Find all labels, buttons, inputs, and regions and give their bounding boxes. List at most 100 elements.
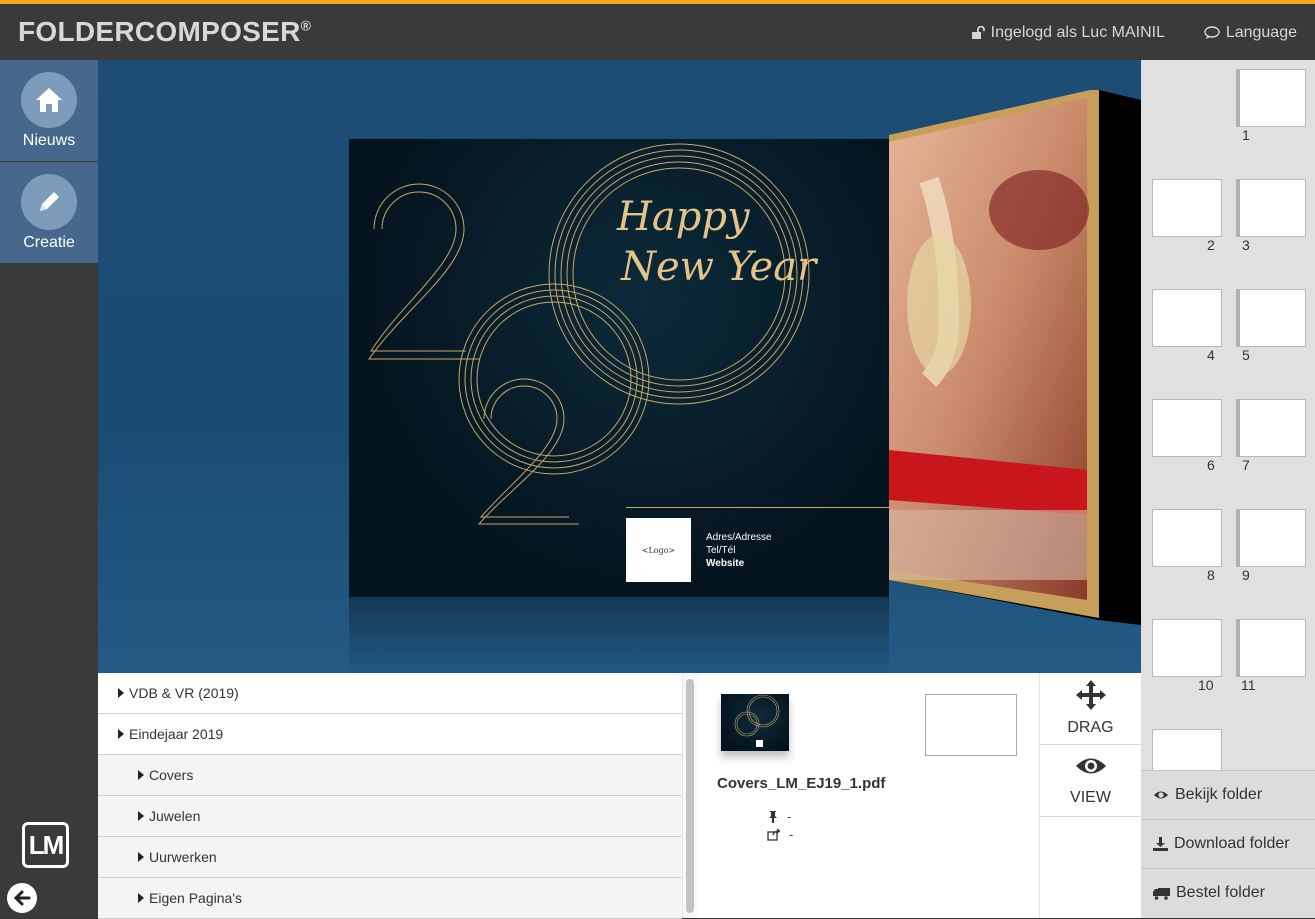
page-slot-8[interactable] (1152, 509, 1222, 567)
caret-right-icon (118, 688, 124, 698)
tree-item-juwelen[interactable]: Juwelen (98, 796, 682, 837)
tree-item-covers[interactable]: Covers (98, 755, 682, 796)
page-number: 2 (1207, 237, 1215, 253)
language-button[interactable]: Language (1204, 24, 1297, 42)
page-slot-2[interactable] (1152, 179, 1222, 237)
tree-item-label: Uurwerken (149, 849, 217, 865)
page-number: 8 (1207, 567, 1215, 583)
share-meta: - (767, 827, 793, 842)
eye-icon (1154, 791, 1168, 799)
download-icon (1153, 837, 1168, 851)
page-number: 10 (1198, 677, 1214, 693)
tree-item-eindejaar[interactable]: Eindejaar 2019 (98, 714, 682, 755)
unlock-icon (971, 26, 985, 39)
nav-icon-circle (21, 174, 77, 230)
pin-icon (769, 811, 777, 823)
share-icon (767, 828, 781, 841)
caret-right-icon (138, 811, 144, 821)
back-button[interactable] (7, 883, 37, 913)
cover-divider (626, 507, 889, 508)
brand-logo: FOLDERCOMPOSER® (18, 16, 311, 48)
lm-logo: LM (22, 822, 69, 868)
cover-reflection (349, 597, 889, 673)
cover-address-line: Adres/Adresse (706, 532, 772, 543)
page-slot-11[interactable] (1236, 619, 1306, 677)
folder-preview-stage[interactable]: Happy New Year <Logo> Adres/Adresse Tel/… (98, 60, 1141, 673)
cover-page: Happy New Year <Logo> Adres/Adresse Tel/… (349, 139, 889, 597)
view-label: VIEW (1070, 789, 1111, 806)
caret-right-icon (118, 729, 124, 739)
home-icon (36, 88, 62, 112)
folder-actions: Bekijk folder Download folder Bestel fol… (1141, 770, 1315, 918)
view-button[interactable]: VIEW (1040, 745, 1141, 817)
page-slot-4[interactable] (1152, 289, 1222, 347)
nav-label: Nieuws (22, 132, 76, 149)
page-number: 1 (1242, 127, 1250, 143)
page-slot-7[interactable] (1236, 399, 1306, 457)
pin-meta: - (767, 809, 791, 824)
top-bar: FOLDERCOMPOSER® Ingelogd als Luc MAINIL … (0, 0, 1315, 60)
nav-item-nieuws[interactable]: Nieuws (0, 60, 98, 161)
empty-page-slot[interactable] (925, 694, 1017, 756)
pencil-icon (40, 192, 59, 211)
order-folder-button[interactable]: Bestel folder (1141, 868, 1315, 917)
left-navigation: Nieuws Creatie LM (0, 60, 98, 918)
tree-item-label: Eigen Pagina's (149, 890, 242, 906)
thumbnail-rings (734, 694, 780, 747)
tree-item-label: Covers (149, 767, 194, 783)
login-status[interactable]: Ingelogd als Luc MAINIL (971, 24, 1165, 42)
download-folder-button[interactable]: Download folder (1141, 819, 1315, 868)
tree-item-eigen-paginas[interactable]: Eigen Pagina's (98, 878, 682, 919)
cover-website-line: Website (706, 558, 745, 569)
login-text: Ingelogd als Luc MAINIL (990, 24, 1165, 41)
tree-item-vdb-vr[interactable]: VDB & VR (2019) (98, 673, 682, 714)
tree-scrollbar-thumb[interactable] (686, 679, 694, 913)
cover-title-new-year: New Year (621, 244, 817, 290)
page-number: 9 (1242, 567, 1250, 583)
page-slot-6[interactable] (1152, 399, 1222, 457)
tree-item-label: VDB & VR (2019) (129, 685, 239, 701)
page-number: 5 (1242, 347, 1250, 363)
language-label: Language (1225, 24, 1297, 41)
page-slot-10[interactable] (1152, 619, 1222, 677)
arrow-left-icon (13, 890, 31, 906)
move-arrows-icon (1075, 680, 1106, 710)
tree-item-uurwerken[interactable]: Uurwerken (98, 837, 682, 878)
drag-button[interactable]: DRAG (1040, 673, 1141, 745)
eye-icon (1075, 758, 1106, 774)
page-number: 11 (1241, 677, 1256, 693)
caret-right-icon (138, 852, 144, 862)
brand-name: FOLDERCOMPOSER (18, 16, 301, 47)
truck-icon (1153, 887, 1170, 900)
nav-label: Creatie (23, 234, 75, 251)
page-slot-3[interactable] (1236, 179, 1306, 237)
tool-panel: DRAG VIEW (1039, 673, 1141, 918)
tree-item-label: Eindejaar 2019 (129, 726, 224, 742)
cover-logo-placeholder: <Logo> (626, 518, 691, 582)
cover-address-block: Adres/Adresse Tel/Tél Website (706, 531, 772, 570)
order-folder-label: Bestel folder (1176, 884, 1265, 901)
pin-value: - (787, 809, 792, 824)
view-folder-button[interactable]: Bekijk folder (1141, 770, 1315, 819)
page-number: 7 (1242, 457, 1250, 473)
brand-registered-mark: ® (300, 17, 312, 34)
page-number: 4 (1207, 347, 1215, 363)
page-slot-1[interactable] (1236, 69, 1306, 127)
share-value: - (789, 827, 794, 842)
caret-right-icon (138, 770, 144, 780)
caret-right-icon (138, 893, 144, 903)
cover-phone-line: Tel/Tél (706, 545, 736, 556)
page-detail-panel: Covers_LM_EJ19_1.pdf - - (697, 673, 1039, 918)
back-page-photo (889, 90, 1141, 625)
page-slot-5[interactable] (1236, 289, 1306, 347)
drag-label: DRAG (1067, 719, 1114, 736)
page-number: 3 (1242, 237, 1250, 253)
page-slot-9[interactable] (1236, 509, 1306, 567)
selected-page-thumbnail[interactable] (721, 694, 789, 751)
file-name: Covers_LM_EJ19_1.pdf (717, 775, 886, 792)
tree-item-label: Juwelen (149, 808, 201, 824)
view-folder-label: Bekijk folder (1175, 786, 1263, 803)
nav-item-creatie[interactable]: Creatie (0, 162, 98, 263)
speech-bubble-icon (1204, 26, 1220, 39)
nav-icon-circle (21, 72, 77, 128)
